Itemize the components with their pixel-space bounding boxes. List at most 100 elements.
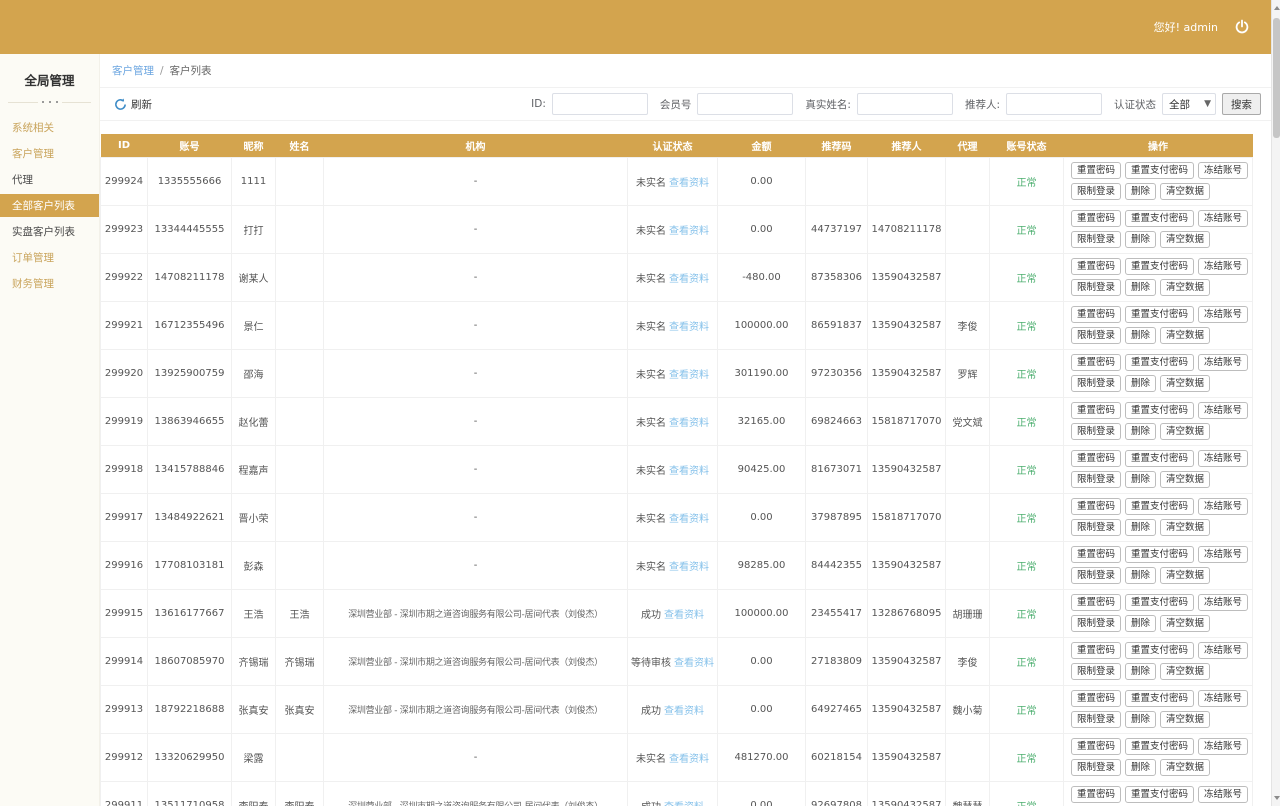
action-button-reset-password[interactable]: 重置密码 — [1071, 786, 1121, 803]
view-profile-link[interactable]: 查看资料 — [669, 418, 709, 429]
view-profile-link[interactable]: 查看资料 — [669, 514, 709, 525]
action-button-reset-pay-password[interactable]: 重置支付密码 — [1125, 546, 1194, 563]
action-button-restrict-login[interactable]: 限制登录 — [1071, 327, 1121, 344]
action-button-delete[interactable]: 删除 — [1125, 183, 1156, 200]
view-profile-link[interactable]: 查看资料 — [669, 322, 709, 333]
action-button-reset-pay-password[interactable]: 重置支付密码 — [1125, 162, 1194, 179]
action-button-clear-data[interactable]: 清空数据 — [1160, 711, 1210, 728]
action-button-restrict-login[interactable]: 限制登录 — [1071, 375, 1121, 392]
action-button-reset-pay-password[interactable]: 重置支付密码 — [1125, 450, 1194, 467]
action-button-delete[interactable]: 删除 — [1125, 327, 1156, 344]
action-button-reset-password[interactable]: 重置密码 — [1071, 306, 1121, 323]
action-button-freeze-account[interactable]: 冻结账号 — [1198, 594, 1248, 611]
action-button-restrict-login[interactable]: 限制登录 — [1071, 471, 1121, 488]
action-button-delete[interactable]: 删除 — [1125, 567, 1156, 584]
action-button-reset-password[interactable]: 重置密码 — [1071, 210, 1121, 227]
action-button-reset-pay-password[interactable]: 重置支付密码 — [1125, 738, 1194, 755]
action-button-reset-password[interactable]: 重置密码 — [1071, 498, 1121, 515]
action-button-freeze-account[interactable]: 冻结账号 — [1198, 402, 1248, 419]
sidebar-item-3[interactable]: 代理 — [0, 168, 99, 191]
refresh-button[interactable]: 刷新 — [114, 97, 152, 112]
action-button-reset-pay-password[interactable]: 重置支付密码 — [1125, 258, 1194, 275]
sidebar-item-1[interactable]: 系统相关 — [0, 116, 99, 139]
action-button-clear-data[interactable]: 清空数据 — [1160, 423, 1210, 440]
action-button-freeze-account[interactable]: 冻结账号 — [1198, 450, 1248, 467]
breadcrumb-parent-link[interactable]: 客户管理 — [112, 63, 154, 78]
scroll-up-arrow[interactable] — [1272, 2, 1280, 14]
action-button-reset-pay-password[interactable]: 重置支付密码 — [1125, 354, 1194, 371]
action-button-reset-pay-password[interactable]: 重置支付密码 — [1125, 642, 1194, 659]
action-button-restrict-login[interactable]: 限制登录 — [1071, 183, 1121, 200]
action-button-reset-pay-password[interactable]: 重置支付密码 — [1125, 786, 1194, 803]
action-button-freeze-account[interactable]: 冻结账号 — [1198, 546, 1248, 563]
sidebar-item-2[interactable]: 客户管理 — [0, 142, 99, 165]
view-profile-link[interactable]: 查看资料 — [669, 370, 709, 381]
action-button-reset-pay-password[interactable]: 重置支付密码 — [1125, 594, 1194, 611]
action-button-reset-password[interactable]: 重置密码 — [1071, 162, 1121, 179]
action-button-delete[interactable]: 删除 — [1125, 663, 1156, 680]
action-button-freeze-account[interactable]: 冻结账号 — [1198, 690, 1248, 707]
view-profile-link[interactable]: 查看资料 — [669, 226, 709, 237]
id-input[interactable] — [552, 93, 648, 115]
action-button-restrict-login[interactable]: 限制登录 — [1071, 567, 1121, 584]
view-profile-link[interactable]: 查看资料 — [669, 274, 709, 285]
action-button-delete[interactable]: 删除 — [1125, 423, 1156, 440]
action-button-clear-data[interactable]: 清空数据 — [1160, 663, 1210, 680]
view-profile-link[interactable]: 查看资料 — [669, 178, 709, 189]
action-button-clear-data[interactable]: 清空数据 — [1160, 231, 1210, 248]
sidebar-item-4[interactable]: 全部客户列表 — [0, 194, 99, 217]
action-button-freeze-account[interactable]: 冻结账号 — [1198, 498, 1248, 515]
view-profile-link[interactable]: 查看资料 — [669, 466, 709, 477]
action-button-restrict-login[interactable]: 限制登录 — [1071, 519, 1121, 536]
view-profile-link[interactable]: 查看资料 — [674, 658, 714, 669]
auth-status-select[interactable]: 全部 ▼ — [1162, 93, 1216, 115]
action-button-freeze-account[interactable]: 冻结账号 — [1198, 210, 1248, 227]
action-button-clear-data[interactable]: 清空数据 — [1160, 471, 1210, 488]
action-button-delete[interactable]: 删除 — [1125, 519, 1156, 536]
action-button-reset-password[interactable]: 重置密码 — [1071, 690, 1121, 707]
action-button-reset-password[interactable]: 重置密码 — [1071, 402, 1121, 419]
search-button[interactable]: 搜索 — [1222, 93, 1261, 115]
action-button-clear-data[interactable]: 清空数据 — [1160, 375, 1210, 392]
action-button-delete[interactable]: 删除 — [1125, 279, 1156, 296]
vertical-scrollbar[interactable] — [1271, 0, 1280, 806]
action-button-clear-data[interactable]: 清空数据 — [1160, 615, 1210, 632]
action-button-restrict-login[interactable]: 限制登录 — [1071, 663, 1121, 680]
action-button-restrict-login[interactable]: 限制登录 — [1071, 615, 1121, 632]
action-button-delete[interactable]: 删除 — [1125, 375, 1156, 392]
action-button-reset-password[interactable]: 重置密码 — [1071, 642, 1121, 659]
action-button-delete[interactable]: 删除 — [1125, 759, 1156, 776]
action-button-freeze-account[interactable]: 冻结账号 — [1198, 786, 1248, 803]
member-no-input[interactable] — [697, 93, 793, 115]
action-button-reset-pay-password[interactable]: 重置支付密码 — [1125, 402, 1194, 419]
logout-power-icon[interactable] — [1234, 19, 1250, 35]
sidebar-item-7[interactable]: 财务管理 — [0, 272, 99, 295]
action-button-reset-password[interactable]: 重置密码 — [1071, 594, 1121, 611]
action-button-freeze-account[interactable]: 冻结账号 — [1198, 642, 1248, 659]
real-name-input[interactable] — [857, 93, 953, 115]
view-profile-link[interactable]: 查看资料 — [664, 706, 704, 717]
scrollbar-thumb[interactable] — [1273, 18, 1280, 138]
view-profile-link[interactable]: 查看资料 — [669, 754, 709, 765]
action-button-clear-data[interactable]: 清空数据 — [1160, 519, 1210, 536]
action-button-reset-pay-password[interactable]: 重置支付密码 — [1125, 498, 1194, 515]
action-button-clear-data[interactable]: 清空数据 — [1160, 279, 1210, 296]
action-button-clear-data[interactable]: 清空数据 — [1160, 759, 1210, 776]
action-button-delete[interactable]: 删除 — [1125, 615, 1156, 632]
action-button-clear-data[interactable]: 清空数据 — [1160, 567, 1210, 584]
action-button-restrict-login[interactable]: 限制登录 — [1071, 231, 1121, 248]
sidebar-item-6[interactable]: 订单管理 — [0, 246, 99, 269]
action-button-reset-pay-password[interactable]: 重置支付密码 — [1125, 306, 1194, 323]
action-button-delete[interactable]: 删除 — [1125, 711, 1156, 728]
action-button-reset-password[interactable]: 重置密码 — [1071, 450, 1121, 467]
sidebar-item-5[interactable]: 实盘客户列表 — [0, 220, 99, 243]
referrer-input[interactable] — [1006, 93, 1102, 115]
action-button-restrict-login[interactable]: 限制登录 — [1071, 711, 1121, 728]
action-button-clear-data[interactable]: 清空数据 — [1160, 327, 1210, 344]
scroll-down-arrow[interactable] — [1272, 792, 1280, 804]
action-button-restrict-login[interactable]: 限制登录 — [1071, 279, 1121, 296]
view-profile-link[interactable]: 查看资料 — [664, 610, 704, 621]
action-button-freeze-account[interactable]: 冻结账号 — [1198, 354, 1248, 371]
action-button-freeze-account[interactable]: 冻结账号 — [1198, 162, 1248, 179]
view-profile-link[interactable]: 查看资料 — [664, 802, 704, 806]
